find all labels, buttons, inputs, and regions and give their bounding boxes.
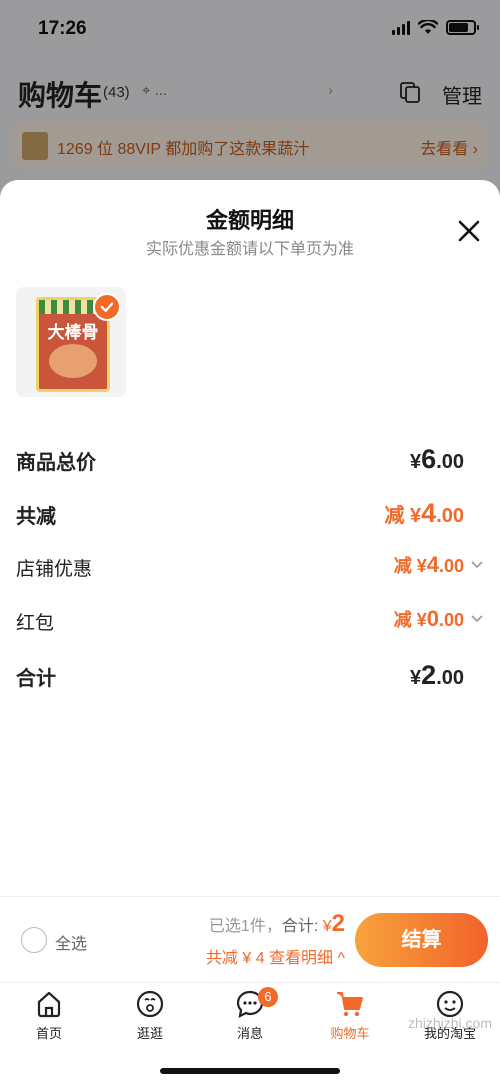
message-badge: 6 (258, 987, 278, 1007)
row-label: 红包 (16, 613, 55, 634)
home-icon (37, 991, 61, 1018)
tab-cart[interactable]: 购物车 (310, 989, 390, 1049)
row-label: 合计 (16, 668, 56, 690)
tab-home[interactable]: 首页 (9, 989, 89, 1049)
tab-messages[interactable]: 6 消息 (210, 987, 290, 1049)
browse-icon (136, 990, 164, 1018)
row-goods-total: 商品总价 ¥6.00 (16, 440, 484, 480)
product-package-name: 大棒骨 (47, 323, 99, 342)
select-all-label[interactable]: 全选 (55, 930, 87, 954)
home-indicator (160, 1068, 340, 1074)
modal-overlay[interactable] (0, 0, 500, 200)
tab-label: 首页 (35, 1026, 62, 1041)
selected-check-icon[interactable] (93, 293, 121, 321)
tab-bar: 首页 逛逛 6 消息 购物车 我的淘宝 zhizhizhi.com (0, 982, 500, 1082)
sheet-subtitle: 实际优惠金额请以下单页为准 (145, 241, 354, 258)
cart-icon (337, 992, 363, 1017)
sheet-title: 金额明细 (205, 208, 294, 233)
row-value: ¥6.00 (410, 444, 464, 474)
row-value: 减 ¥4.00 (384, 498, 464, 528)
row-value: 减 ¥4.00 (393, 552, 464, 577)
row-grand-total: 合计 ¥2.00 (16, 656, 484, 696)
close-icon[interactable] (456, 218, 482, 244)
row-value: 减 ¥0.00 (393, 606, 464, 631)
tab-label: 购物车 (330, 1026, 370, 1041)
tab-browse[interactable]: 逛逛 (110, 989, 190, 1049)
tab-label: 逛逛 (136, 1026, 163, 1041)
view-details-link[interactable]: 共减 ¥ 4 查看明细 ^ (206, 944, 345, 968)
chevron-down-icon[interactable] (470, 558, 484, 572)
select-all-radio[interactable] (21, 927, 47, 953)
chevron-down-icon[interactable] (470, 612, 484, 626)
watermark: zhizhizhi.com (407, 1015, 492, 1031)
row-label: 商品总价 (16, 452, 96, 474)
selected-summary: 已选1件，合计: ¥2 (208, 910, 345, 937)
checkout-total: ¥2 (322, 910, 345, 937)
row-red-packet[interactable]: 红包 减 ¥0.00 (16, 602, 484, 642)
row-store-discount[interactable]: 店铺优惠 减 ¥4.00 (16, 548, 484, 588)
row-total-discount: 共减 减 ¥4.00 (16, 494, 484, 534)
checkout-bar: 全选 已选1件，合计: ¥2 共减 ¥ 4 查看明细 ^ 结算 (0, 896, 500, 982)
checkout-button[interactable]: 结算 (355, 913, 488, 967)
row-value: ¥2.00 (410, 660, 464, 690)
row-label: 共减 (16, 506, 56, 528)
row-label: 店铺优惠 (16, 559, 93, 580)
tab-label: 消息 (236, 1026, 263, 1041)
